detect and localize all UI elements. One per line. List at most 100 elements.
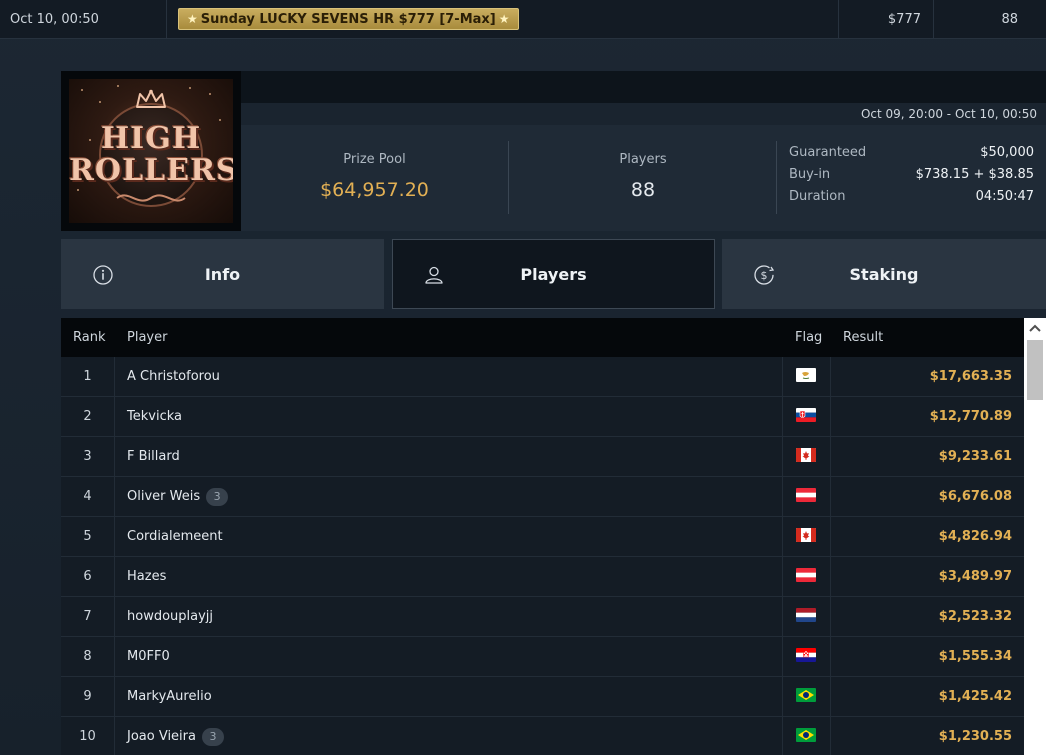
logo-text-bottom: ROLLERS — [69, 153, 233, 188]
player-rank: 7 — [61, 597, 115, 636]
player-result: $1,230.55 — [938, 729, 1012, 744]
tab-staking[interactable]: $ Staking — [722, 239, 1046, 309]
column-header-player[interactable]: Player — [127, 330, 167, 345]
tournament-page: Oct 10, 00:50 ★ Sunday LUCKY SEVENS HR $… — [0, 0, 1046, 755]
brazil-flag-icon — [796, 688, 816, 702]
player-name[interactable]: Joao Vieira — [127, 729, 196, 744]
player-result: $17,663.35 — [929, 369, 1012, 384]
flag-cell — [782, 717, 831, 755]
player-count-badge: 3 — [206, 487, 229, 506]
player-name-cell[interactable]: M0FF0 — [127, 637, 170, 676]
detail-value: $738.15 + $38.85 — [915, 167, 1034, 182]
player-count-badge: 3 — [201, 727, 224, 746]
table-row[interactable]: 1 A Christoforou $17,663.35 — [61, 357, 1024, 397]
column-header-flag[interactable]: Flag — [795, 330, 822, 345]
player-name[interactable]: M0FF0 — [127, 649, 170, 664]
player-name-cell[interactable]: F Billard — [127, 437, 180, 476]
player-name[interactable]: Oliver Weis — [127, 489, 200, 504]
tournament-header: HIGH ROLLERS Oct 09, 20:00 - Oct 10, 00:… — [61, 71, 1046, 231]
logo-text-top: HIGH — [100, 121, 202, 156]
flag-cell — [782, 517, 831, 556]
player-name-cell[interactable]: Oliver Weis 3 — [127, 477, 229, 516]
detail-row-guaranteed: Guaranteed $50,000 — [789, 145, 1034, 167]
tournament-details: Guaranteed $50,000 Buy-in $738.15 + $38.… — [789, 145, 1034, 211]
column-header-rank[interactable]: Rank — [73, 330, 105, 345]
star-icon: ★ — [187, 12, 198, 26]
player-name-cell[interactable]: Joao Vieira 3 — [127, 717, 224, 755]
table-row[interactable]: 2 Tekvicka $12,770.89 — [61, 397, 1024, 437]
detail-key: Guaranteed — [789, 145, 867, 160]
star-icon: ★ — [498, 12, 510, 26]
player-name[interactable]: MarkyAurelio — [127, 689, 212, 704]
tournament-date: Oct 10, 00:50 — [10, 11, 99, 27]
player-name-cell[interactable]: MarkyAurelio — [127, 677, 212, 716]
flag-cell — [782, 477, 831, 516]
user-icon — [425, 266, 443, 284]
table-row[interactable]: 3 F Billard $9,233.61 — [61, 437, 1024, 477]
tab-players[interactable]: Players — [392, 239, 715, 309]
player-name[interactable]: Hazes — [127, 569, 166, 584]
high-rollers-logo: HIGH ROLLERS — [69, 79, 233, 223]
player-name-cell[interactable]: Hazes — [127, 557, 166, 596]
table-header: Rank Player Flag Result — [61, 318, 1024, 357]
slovakia-flag-icon — [796, 408, 816, 422]
swirl-ornament-icon — [116, 194, 186, 202]
table-row[interactable]: 4 Oliver Weis 3 $6,676.08 — [61, 477, 1024, 517]
player-name-cell[interactable]: Cordialemeent — [127, 517, 223, 556]
column-divider — [838, 0, 839, 38]
player-name[interactable]: Tekvicka — [127, 409, 182, 424]
detail-value: 04:50:47 — [975, 189, 1034, 204]
player-rank: 6 — [61, 557, 115, 596]
detail-row-duration: Duration 04:50:47 — [789, 189, 1034, 211]
player-rank: 4 — [61, 477, 115, 516]
player-name[interactable]: F Billard — [127, 449, 180, 464]
tournament-list-row[interactable]: Oct 10, 00:50 ★ Sunday LUCKY SEVENS HR $… — [0, 0, 1046, 39]
info-icon — [93, 265, 113, 285]
player-name[interactable]: A Christoforou — [127, 369, 220, 384]
column-header-result[interactable]: Result — [843, 330, 883, 345]
tournament-logo: HIGH ROLLERS — [61, 71, 241, 231]
player-name-cell[interactable]: A Christoforou — [127, 357, 220, 396]
svg-text:$: $ — [761, 269, 768, 282]
flag-cell — [782, 437, 831, 476]
flag-cell — [782, 597, 831, 636]
scroll-thumb[interactable] — [1027, 340, 1043, 400]
player-name-cell[interactable]: Tekvicka — [127, 397, 182, 436]
canada-flag-icon — [796, 528, 816, 542]
column-divider — [166, 0, 167, 38]
table-scrollbar[interactable] — [1024, 318, 1046, 755]
flag-cell — [782, 637, 831, 676]
player-result: $9,233.61 — [938, 449, 1012, 464]
player-rank: 3 — [61, 437, 115, 476]
table-row[interactable]: 7 howdouplayjj $2,523.32 — [61, 597, 1024, 637]
player-name[interactable]: Cordialemeent — [127, 529, 223, 544]
prize-pool-value: $64,957.20 — [320, 179, 429, 201]
table-row[interactable]: 6 Hazes $3,489.97 — [61, 557, 1024, 597]
player-rank: 10 — [61, 717, 115, 755]
canada-flag-icon — [796, 448, 816, 462]
crown-icon — [136, 89, 166, 108]
player-name[interactable]: howdouplayjj — [127, 609, 213, 624]
cyprus-flag-icon — [796, 368, 816, 382]
table-row[interactable]: 5 Cordialemeent $4,826.94 — [61, 517, 1024, 557]
detail-value: $50,000 — [980, 145, 1034, 160]
table-row[interactable]: 8 M0FF0 $1,555.34 — [61, 637, 1024, 677]
player-result: $3,489.97 — [938, 569, 1012, 584]
table-row[interactable]: 10 Joao Vieira 3 $1,230.55 — [61, 717, 1024, 755]
players-value: 88 — [630, 179, 656, 201]
austria-flag-icon — [796, 488, 816, 502]
scroll-up-button[interactable] — [1024, 318, 1046, 338]
flag-cell — [782, 677, 831, 716]
brazil-flag-icon — [796, 728, 816, 742]
prize-pool-label: Prize Pool — [343, 152, 406, 167]
detail-key: Buy-in — [789, 167, 831, 182]
player-result: $6,676.08 — [938, 489, 1012, 504]
tournament-name-badge[interactable]: ★ Sunday LUCKY SEVENS HR $777 [7-Max] ★ — [178, 8, 519, 30]
austria-flag-icon — [796, 568, 816, 582]
staking-dollar-icon: $ — [754, 265, 775, 285]
table-row[interactable]: 9 MarkyAurelio $1,425.42 — [61, 677, 1024, 717]
player-name-cell[interactable]: howdouplayjj — [127, 597, 213, 636]
player-rank: 2 — [61, 397, 115, 436]
flag-cell — [782, 357, 831, 396]
tab-info[interactable]: Info — [61, 239, 384, 309]
